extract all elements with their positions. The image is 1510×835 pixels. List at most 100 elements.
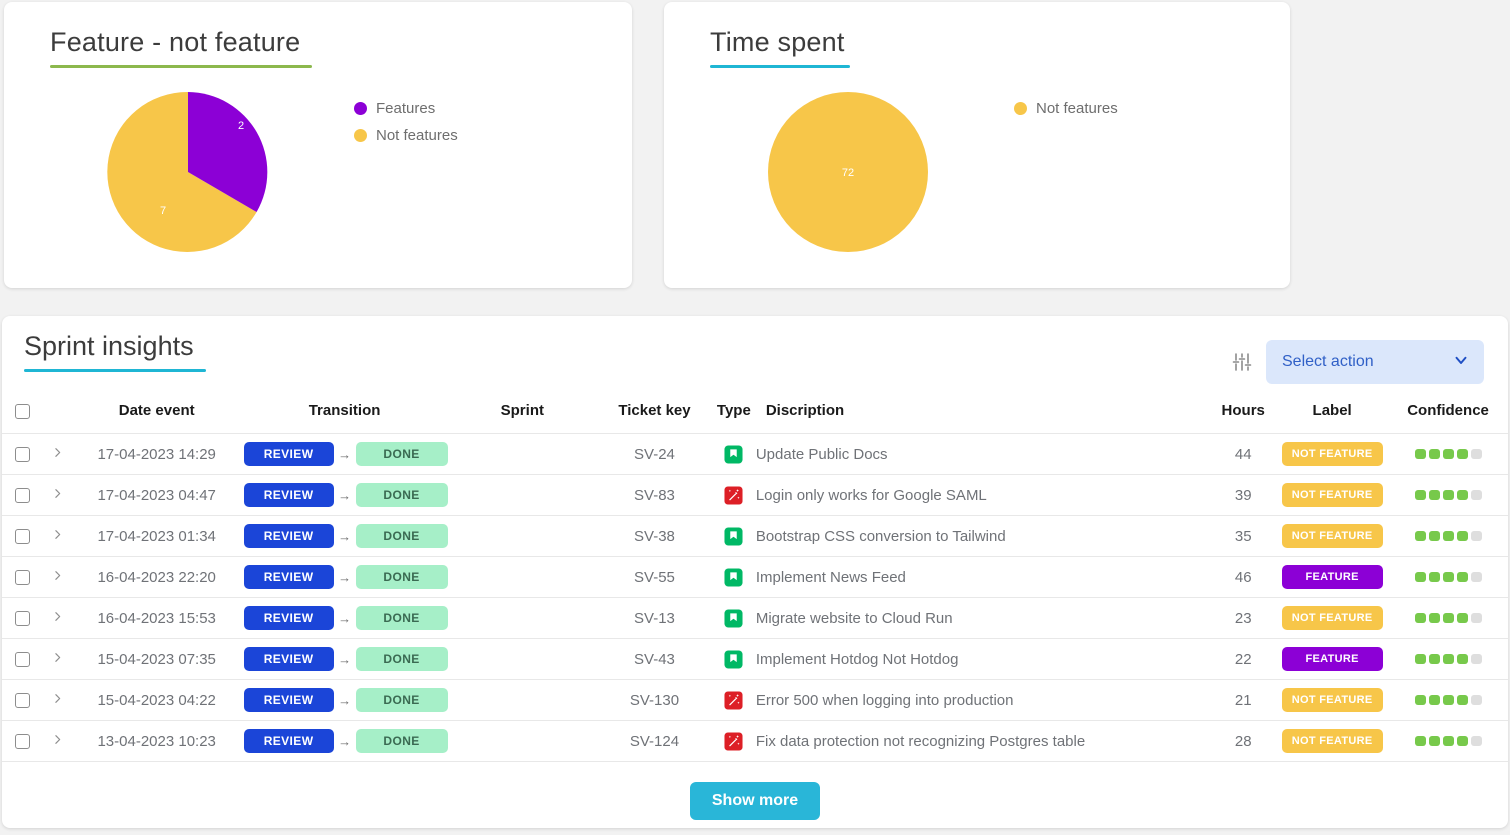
expand-header: [44, 402, 72, 434]
cell-transition: REVIEW → DONE: [241, 597, 448, 639]
row-select-cell: [2, 638, 44, 680]
row-checkbox[interactable]: [15, 529, 31, 545]
table-row[interactable]: 16-04-2023 22:20 REVIEW → DONE SV-55 Implemen…: [2, 556, 1508, 598]
table-row[interactable]: 16-04-2023 15:53 REVIEW → DONE SV-13 Migrate …: [2, 597, 1508, 639]
expand-row-button[interactable]: [51, 610, 64, 623]
row-expand-cell: [43, 638, 72, 680]
transition-to-badge: DONE: [355, 606, 448, 630]
cell-transition: REVIEW → DONE: [241, 515, 448, 557]
table-row[interactable]: 15-04-2023 07:35 REVIEW → DONE SV-43 Implemen…: [2, 638, 1508, 680]
chevron-right-icon[interactable]: [51, 528, 64, 541]
transition-from-badge: REVIEW: [243, 688, 334, 712]
cell-ticket-key: SV-24: [597, 433, 712, 475]
cell-confidence: [1388, 597, 1508, 639]
transition-to-badge: DONE: [355, 524, 448, 548]
status-badge: NOT FEATURE: [1281, 606, 1383, 630]
select-all-checkbox[interactable]: [15, 403, 31, 419]
cell-transition: REVIEW → DONE: [241, 433, 448, 475]
time-card-title: Time spent: [710, 27, 845, 57]
confidence-dot: [1428, 735, 1440, 746]
chevron-right-icon[interactable]: [51, 733, 64, 746]
column-header-ticket-key[interactable]: Ticket key: [597, 402, 712, 434]
cell-discription: Implement News Feed: [755, 556, 1211, 598]
story-type-icon: [724, 526, 743, 546]
row-expand-cell: [43, 433, 72, 475]
column-header-confidence[interactable]: Confidence: [1388, 402, 1508, 434]
cell-date-event: 16-04-2023 22:20: [71, 556, 242, 598]
tune-sliders-icon[interactable]: [1230, 350, 1254, 374]
transition-group: REVIEW → DONE: [242, 442, 448, 466]
transition-group: REVIEW → DONE: [242, 524, 448, 548]
row-checkbox[interactable]: [15, 734, 31, 750]
table-row[interactable]: 17-04-2023 04:47 REVIEW → DONE SV-83 Login on…: [2, 474, 1508, 516]
column-header-hours[interactable]: Hours: [1210, 402, 1276, 434]
cell-type: [711, 720, 756, 762]
transition-group: REVIEW → DONE: [242, 729, 448, 753]
cell-ticket-key: SV-130: [597, 679, 712, 721]
expand-row-button[interactable]: [51, 692, 64, 705]
cell-date-event: 15-04-2023 04:22: [71, 679, 242, 721]
select-action-dropdown[interactable]: Select action: [1266, 340, 1484, 384]
feature-chart-body: 2 7 Features Not features: [28, 82, 608, 262]
table-row[interactable]: 17-04-2023 01:34 REVIEW → DONE SV-38 Bootstra…: [2, 515, 1508, 557]
row-select-cell: [2, 720, 44, 762]
transition-group: REVIEW → DONE: [242, 606, 448, 630]
cell-hours: 35: [1210, 515, 1277, 557]
cell-hours: 46: [1210, 556, 1277, 598]
chevron-right-icon[interactable]: [51, 651, 64, 664]
row-checkbox[interactable]: [15, 693, 31, 709]
table-row[interactable]: 13-04-2023 10:23 REVIEW → DONE SV-124 Fix dat…: [2, 720, 1508, 762]
expand-row-button[interactable]: [51, 569, 64, 582]
cell-date-event: 16-04-2023 15:53: [71, 597, 242, 639]
show-more-button[interactable]: Show more: [689, 782, 821, 820]
chevron-right-icon[interactable]: [51, 692, 64, 705]
transition-arrow-icon: →: [338, 528, 352, 544]
transition-arrow-icon: →: [338, 487, 352, 503]
status-badge: NOT FEATURE: [1281, 442, 1383, 466]
chevron-right-icon[interactable]: [51, 569, 64, 582]
status-badge: NOT FEATURE: [1281, 483, 1383, 507]
transition-to-badge: DONE: [355, 483, 448, 507]
expand-row-button[interactable]: [51, 733, 64, 746]
row-checkbox[interactable]: [15, 652, 31, 668]
column-header-sprint[interactable]: Sprint: [448, 402, 598, 434]
sprint-insights-table: Date event Transition Sprint Ticket key …: [2, 402, 1508, 762]
transition-group: REVIEW → DONE: [242, 483, 448, 507]
transition-group: REVIEW → DONE: [242, 565, 448, 589]
cell-ticket-key: SV-43: [597, 638, 712, 680]
confidence-dot: [1456, 735, 1468, 746]
chevron-right-icon[interactable]: [51, 446, 64, 459]
row-checkbox[interactable]: [15, 488, 31, 504]
confidence-dot: [1414, 653, 1426, 664]
confidence-dot: [1428, 448, 1440, 459]
row-checkbox[interactable]: [15, 611, 31, 627]
confidence-dot: [1456, 530, 1468, 541]
row-checkbox[interactable]: [15, 570, 31, 586]
transition-from-badge: REVIEW: [243, 606, 334, 630]
table-row[interactable]: 15-04-2023 04:22 REVIEW → DONE SV-130 Error 5…: [2, 679, 1508, 721]
expand-row-button[interactable]: [51, 651, 64, 664]
cell-label: NOT FEATURE: [1276, 720, 1389, 762]
column-header-date-event[interactable]: Date event: [72, 402, 242, 434]
confidence-dot: [1470, 653, 1482, 664]
column-header-label[interactable]: Label: [1276, 402, 1388, 434]
row-checkbox[interactable]: [15, 447, 31, 463]
sprint-insights-title-underline: [24, 369, 206, 373]
show-more-wrap: Show more: [2, 782, 1508, 820]
cell-confidence: [1388, 638, 1508, 680]
expand-row-button[interactable]: [51, 528, 64, 541]
expand-row-button[interactable]: [51, 446, 64, 459]
chevron-right-icon[interactable]: [51, 610, 64, 623]
cell-confidence: [1388, 433, 1508, 475]
table-row[interactable]: 17-04-2023 14:29 REVIEW → DONE SV-24 Update P…: [2, 433, 1508, 475]
confidence-dot: [1428, 612, 1440, 623]
sprint-insights-header: Sprint insights Select action: [2, 316, 1508, 384]
expand-row-button[interactable]: [51, 487, 64, 500]
cell-transition: REVIEW → DONE: [241, 638, 448, 680]
chevron-right-icon[interactable]: [51, 487, 64, 500]
column-header-transition[interactable]: Transition: [242, 402, 448, 434]
column-header-type[interactable]: Type: [712, 402, 756, 434]
column-header-discription[interactable]: Discription: [756, 402, 1210, 434]
cell-confidence: [1388, 474, 1508, 516]
transition-from-badge: REVIEW: [243, 483, 334, 507]
